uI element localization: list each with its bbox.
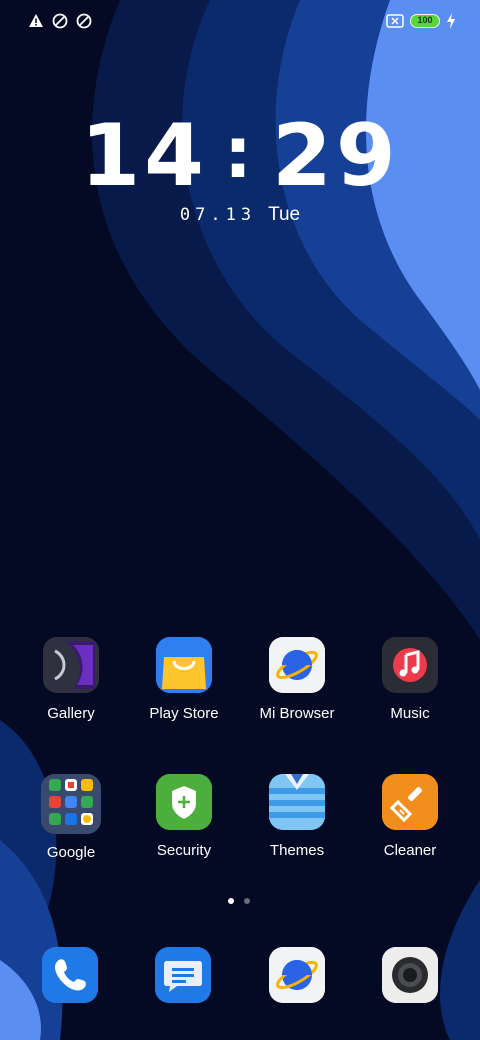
security-icon <box>156 774 212 830</box>
app-label: Mi Browser <box>259 705 335 722</box>
no-sim-icon <box>386 14 404 28</box>
date-display[interactable]: 07.13 Tue <box>0 204 480 226</box>
app-music[interactable]: Music <box>355 637 465 722</box>
clock-hours: 14 <box>80 106 208 206</box>
status-right: 100 <box>386 13 456 29</box>
themes-icon <box>269 774 325 830</box>
app-security[interactable]: Security <box>129 774 239 859</box>
camera-icon <box>382 947 438 1003</box>
page-dot-2[interactable] <box>244 898 250 904</box>
clock-separator: : <box>224 112 256 194</box>
app-label: Music <box>390 705 430 722</box>
browser-icon <box>269 947 325 1003</box>
app-label: Play Store <box>149 705 219 722</box>
browser-icon <box>269 637 325 693</box>
clock-minutes: 29 <box>272 106 400 206</box>
status-left <box>28 13 92 29</box>
date-month-day: 07.13 <box>179 205 257 225</box>
charging-icon <box>447 13 455 29</box>
app-mi-browser[interactable]: Mi Browser <box>242 637 352 722</box>
gallery-icon <box>43 637 99 693</box>
date-weekday: Tue <box>268 204 301 225</box>
app-label: Gallery <box>47 705 95 722</box>
app-label: Google <box>46 844 96 861</box>
page-dot-1[interactable] <box>228 898 234 904</box>
app-label: Security <box>156 842 212 859</box>
battery-icon: 100 <box>410 14 440 28</box>
app-label: Themes <box>269 842 325 859</box>
app-gallery[interactable]: Gallery <box>16 637 126 722</box>
app-google-folder[interactable]: Google <box>16 774 126 861</box>
phone-icon <box>42 947 98 1003</box>
google-folder-icon <box>41 774 101 834</box>
warning-icon <box>29 14 43 27</box>
play-store-icon <box>156 637 212 693</box>
data-saver-icon <box>52 13 68 29</box>
page-indicator[interactable] <box>228 898 250 904</box>
data-saver-icon <box>76 13 92 29</box>
lockscreen-clock[interactable]: 14:29 <box>0 106 480 206</box>
dock-phone[interactable] <box>15 947 125 1003</box>
dock-browser[interactable] <box>242 947 352 1003</box>
dock-messages[interactable] <box>128 947 238 1003</box>
messages-icon <box>155 947 211 1003</box>
cleaner-icon <box>382 774 438 830</box>
app-label: Cleaner <box>383 842 437 859</box>
app-cleaner[interactable]: Cleaner <box>355 774 465 859</box>
app-play-store[interactable]: Play Store <box>129 637 239 722</box>
dock-camera[interactable] <box>355 947 465 1003</box>
music-icon <box>382 637 438 693</box>
status-bar: 100 <box>0 0 480 42</box>
app-themes[interactable]: Themes <box>242 774 352 859</box>
